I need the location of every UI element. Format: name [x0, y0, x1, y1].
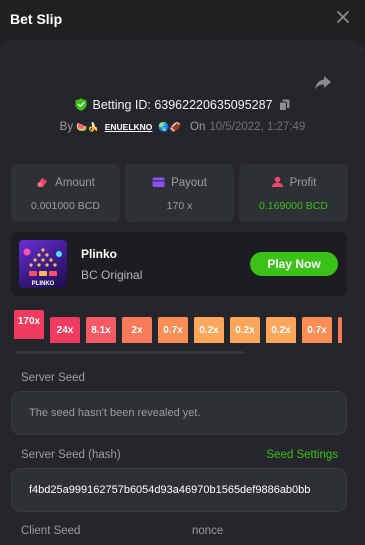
- multiplier-chip: 0.2x: [194, 317, 224, 343]
- bet-date: 10/5/2022, 1:27:49: [209, 121, 306, 133]
- bet-stats: Amount 0.001000 BCD Payout 170 x Profit …: [11, 164, 348, 222]
- betting-id-text: Betting ID: 63962220635095287: [92, 98, 273, 112]
- copy-icon[interactable]: [278, 99, 290, 111]
- stat-profit-label: Profit: [289, 177, 317, 189]
- bet-slip-panel: Betting ID: 63962220635095287 By 🍉🍌 ENUEL…: [0, 40, 365, 545]
- plinko-thumbnail-text: PLINKO: [32, 281, 55, 287]
- plinko-thumbnail[interactable]: PLINKO: [19, 240, 67, 288]
- plinko-thumbnail-art: PLINKO: [23, 248, 62, 287]
- stat-profit-value: 0.169000 BCD: [259, 200, 328, 212]
- by-label: By: [59, 121, 74, 133]
- server-seed-hash-label: Server Seed (hash): [21, 449, 121, 461]
- multiplier-chip: 0.2x: [266, 317, 296, 343]
- username-emoji-right: 🌏🏈: [158, 122, 181, 132]
- username-emoji-left: 🍉🍌: [76, 122, 99, 132]
- stat-amount-value: 0.001000 BCD: [31, 200, 100, 212]
- on-label: On: [190, 121, 206, 133]
- client-seed-label: Client Seed: [21, 525, 81, 537]
- betting-id: Betting ID: 63962220635095287: [0, 98, 365, 112]
- seed-settings-link[interactable]: Seed Settings: [266, 449, 338, 461]
- stat-amount-label: Amount: [55, 177, 95, 189]
- stat-payout: Payout 170 x: [125, 164, 234, 222]
- shield-check-icon: [75, 98, 87, 111]
- stat-payout-value: 170 x: [166, 200, 193, 212]
- multiplier-chip: 0.7x: [158, 317, 188, 343]
- multiplier-chip: 24x: [50, 317, 80, 343]
- coins-icon: [37, 178, 48, 188]
- game-card: PLINKO Plinko BC Original Play Now: [11, 232, 347, 296]
- close-icon[interactable]: [335, 9, 351, 25]
- play-now-button[interactable]: Play Now: [250, 252, 338, 276]
- game-name: Plinko: [81, 247, 118, 261]
- server-seed-hash-field[interactable]: f4bd25a999162757b6054d93a46970b1565def98…: [11, 468, 347, 512]
- share-icon[interactable]: [313, 74, 333, 92]
- stat-amount: Amount 0.001000 BCD: [11, 164, 120, 222]
- multiplier-chip: 0.7x: [302, 317, 332, 343]
- multiplier-chip-partial: [338, 317, 342, 343]
- multiplier-scrollbar[interactable]: [16, 351, 244, 354]
- multiplier-chip: 2x: [122, 317, 152, 343]
- username-link[interactable]: ENUELKNO: [105, 122, 153, 132]
- multiplier-chip: 8.1x: [86, 317, 116, 343]
- multiplier-strip[interactable]: 170x 24x 8.1x 2x 0.7x 0.2x 0.2x 0.2x 0.7x: [14, 310, 365, 343]
- stat-profit: Profit 0.169000 BCD: [239, 164, 348, 222]
- bet-byline: By 🍉🍌 ENUELKNO 🌏🏈 On 10/5/2022, 1:27:49: [0, 121, 365, 133]
- page-title: Bet Slip: [10, 11, 63, 27]
- bet-slip-header: Bet Slip: [0, 0, 365, 40]
- multiplier-chip: 0.2x: [230, 317, 260, 343]
- stat-payout-label: Payout: [171, 177, 207, 189]
- server-seed-label: Server Seed: [21, 372, 85, 384]
- game-provider: BC Original: [81, 268, 143, 282]
- wallet-icon: [152, 177, 165, 187]
- server-seed-field[interactable]: The seed hasn't been revealed yet.: [11, 391, 347, 435]
- profit-icon: [271, 176, 284, 187]
- nonce-label: nonce: [192, 525, 224, 537]
- multiplier-chip-hit: 170x: [14, 310, 44, 339]
